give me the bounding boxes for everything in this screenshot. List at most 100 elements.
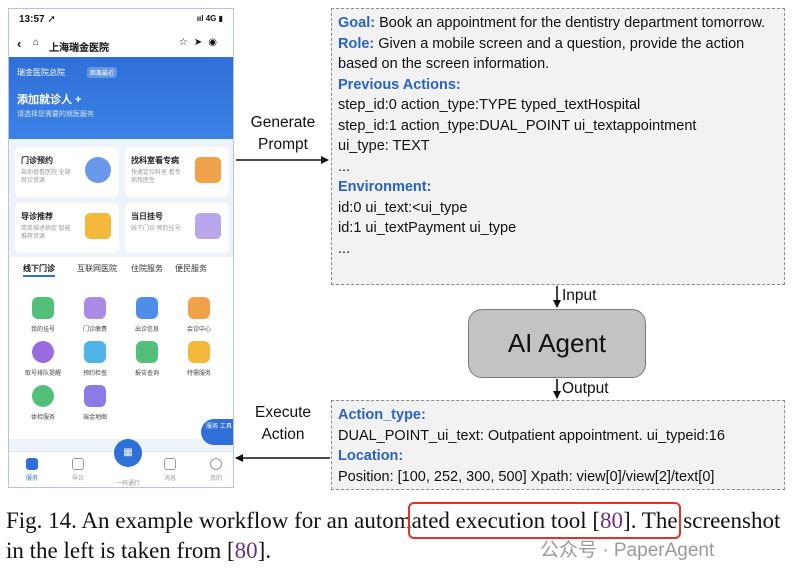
headset-icon [32,341,54,363]
previous-action-line: step_id:0 action_type:TYPE typed_textHos… [338,97,641,113]
output-label: Output [562,380,609,397]
role-key: Role: [338,35,375,52]
grid-item-consultation[interactable]: 会诊中心 [173,297,225,333]
grid-item-label: 体检服务 [30,415,55,421]
input-label: Input [562,287,597,304]
chat-icon [85,213,111,239]
label-line: Prompt [258,136,308,153]
environment-line: ... [338,240,351,257]
bottom-nav-guide[interactable]: 导诊 [63,458,93,482]
previous-action-line: ui_type: TEXT [338,138,430,154]
grid-item-label: 瑞金地图 [82,415,107,421]
medical-kit-icon [195,157,221,183]
card-title: 找科室看专病 [131,156,179,165]
hospital-location[interactable]: 瑞金医院总院 [17,67,65,78]
service-tools-button[interactable]: 服务 工具 [201,419,233,445]
hero-subtitle: 请选择您需要的就医服务 [17,111,94,118]
ai-agent-box: AI Agent [468,309,646,378]
highlight-box [408,502,681,539]
action-type-key: Action_type: [338,407,426,423]
home-icon [26,458,38,470]
output-box: Action_type: DUAL_POINT_ui_text: Outpati… [331,400,785,490]
message-icon [164,458,176,470]
service-tabs: 线下门诊 互联网医院 住院服务 便民服务 [9,257,233,279]
tab-offline-clinic[interactable]: 线下门诊 [23,263,55,277]
previous-actions-key: Previous Actions: [338,76,461,93]
grid-item-label: 会诊中心 [186,327,211,333]
caption-text: ]. [257,538,272,563]
goal-line: Goal: Book an appointment for the dentis… [338,13,778,34]
bottom-nav-label: 一码通行 [115,481,140,487]
grid-item-my-registration[interactable]: 我的挂号 [17,297,69,333]
card-find-department[interactable]: 找科室看专病 快速定位科室 看专病找医生 [125,147,229,197]
service-grid: 我的挂号 门诊缴费 出诊信息 会诊中心 取号排队提醒 预约检查 报告查询 特需服… [9,279,233,439]
bottom-nav-label: 消息 [163,476,176,482]
user-icon [210,458,222,470]
grid-item-label: 门诊缴费 [82,327,107,333]
previous-action-line: ... [338,158,351,175]
card-title: 当日挂号 [131,212,163,221]
bottom-nav-messages[interactable]: 消息 [155,458,185,482]
grid-item-label: 预约检查 [82,371,107,377]
qr-code-button[interactable]: ▦ [114,439,142,467]
grid-item-map[interactable]: 瑞金地图 [69,385,121,421]
app-nav-bar: ‹ ⌂ 上海瑞金医院 ☆➤◉ [9,31,233,57]
watermark: 公众号 · PaperAgent [540,540,715,561]
app-title: 上海瑞金医院 [49,43,109,54]
grid-item-label: 我的挂号 [30,327,55,333]
card-guide-recommend[interactable]: 导诊推荐 简单描述病症 智能推荐资源 [15,203,119,253]
citation-link[interactable]: 80 [235,538,258,563]
bottom-nav-service[interactable]: 服务 [17,458,47,482]
label-line: Generate [250,114,316,131]
home-icon[interactable]: ⌂ [33,37,39,48]
card-desc: 线下门诊 预约挂号 [131,226,181,232]
grid-item-schedule[interactable]: 出诊信息 [121,297,173,333]
card-outpatient-appointment[interactable]: 门诊预约 自助查看医院 全部就诊资源 [15,147,119,197]
yuan-icon [84,297,106,319]
tab-internet-hospital[interactable]: 互联网医院 [77,263,117,274]
goal-text: Book an appointment for the dentistry de… [379,15,766,31]
back-icon[interactable]: ‹ [17,36,21,51]
network-icon [188,297,210,319]
tab-inpatient[interactable]: 住院服务 [131,263,163,274]
bottom-nav-code-pass[interactable]: 一码通行 [113,478,143,487]
schedule-icon [136,297,158,319]
map-icon [84,385,106,407]
bottom-nav-label: 我的 [209,476,222,482]
grid-item-special-service[interactable]: 特需服务 [173,341,225,377]
status-network: ııl 4G ▮ [196,14,223,23]
nearest-badge: 距离最近 [87,67,118,78]
hero-banner: 瑞金医院总院 距离最近 添加就诊人 + 请选择您需要的就医服务 [9,57,233,139]
grid-item-exam-booking[interactable]: 预约检查 [69,341,121,377]
person-icon [32,385,54,407]
label-line: Execute [254,404,311,421]
status-time: 13:57 ➚ [19,14,56,25]
grid-item-label: 取号排队提醒 [24,371,61,377]
bottom-nav-me[interactable]: 我的 [201,458,231,482]
grid-item-payment[interactable]: 门诊缴费 [69,297,121,333]
calendar-icon [32,297,54,319]
goal-key: Goal: [338,15,376,31]
pen-icon [84,341,106,363]
location-text: Position: [100, 252, 300, 500] Xpath: vi… [338,468,715,485]
bottom-nav-label: 导诊 [71,476,84,482]
compass-icon [72,458,84,470]
ticket-icon [195,213,221,239]
bottom-nav-label: 服务 [25,476,38,482]
card-desc: 简单描述病症 智能推荐资源 [21,226,71,240]
previous-action-line: step_id:1 action_type:DUAL_POINT ui_text… [338,117,697,134]
grid-item-queue-reminder[interactable]: 取号排队提醒 [17,341,69,377]
role-text: Given a mobile screen and a question, pr… [338,35,745,73]
add-patient-button[interactable]: 添加就诊人 + [17,91,81,107]
card-same-day-registration[interactable]: 当日挂号 线下门诊 预约挂号 [125,203,229,253]
grid-item-report[interactable]: 报告查询 [121,341,173,377]
grid-item-label: 报告查询 [134,371,159,377]
card-desc: 自助查看医院 全部就诊资源 [21,170,71,184]
card-desc: 快速定位科室 看专病找医生 [131,170,181,184]
nav-actions-icons[interactable]: ☆➤◉ [179,37,223,48]
grid-item-physical-exam[interactable]: 体检服务 [17,385,69,421]
grid-item-label: 出诊信息 [134,327,159,333]
environment-key: Environment: [338,179,432,195]
tab-convenience[interactable]: 便民服务 [175,263,207,274]
role-line: Role: Given a mobile screen and a questi… [338,34,778,75]
